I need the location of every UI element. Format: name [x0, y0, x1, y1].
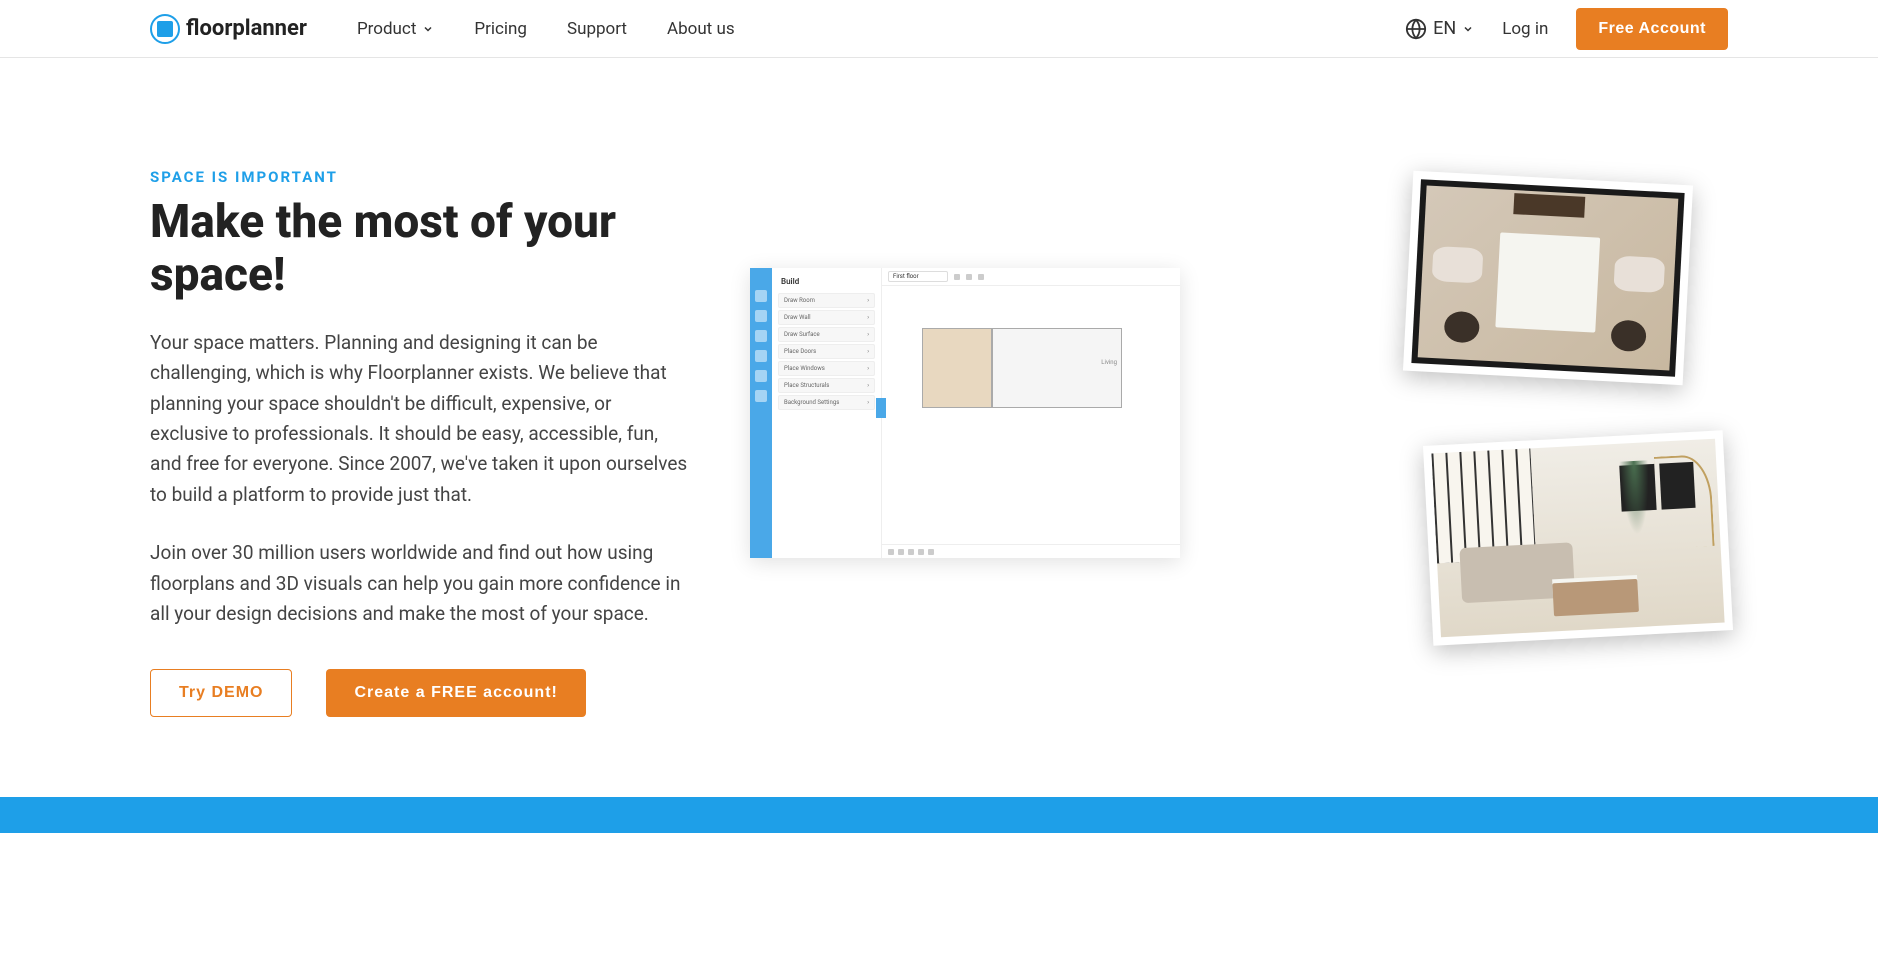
nav-product[interactable]: Product: [357, 19, 434, 39]
panel-item-draw-room: Draw Room›: [778, 293, 875, 308]
editor-topbar: First floor: [882, 268, 1180, 286]
sidebar-tool-icon: [755, 290, 767, 302]
chevron-down-icon: [1462, 23, 1474, 35]
hero-eyebrow: SPACE IS IMPORTANT: [150, 168, 690, 186]
sidebar-tool-icon: [755, 330, 767, 342]
nav-product-label: Product: [357, 19, 416, 39]
render-bedroom-topdown: [1403, 171, 1693, 385]
collapse-handle-icon: [876, 398, 886, 418]
navbar: floorplanner Product Pricing Support Abo…: [0, 0, 1878, 58]
chevron-down-icon: [422, 23, 434, 35]
editor-mock: Build Draw Room› Draw Wall› Draw Surface…: [750, 268, 1180, 558]
free-account-label: Free Account: [1598, 20, 1706, 37]
create-account-button[interactable]: Create a FREE account!: [326, 669, 585, 717]
nav-support[interactable]: Support: [567, 19, 627, 39]
nav-pricing[interactable]: Pricing: [474, 19, 527, 39]
hero-section: SPACE IS IMPORTANT Make the most of your…: [0, 58, 1878, 797]
nav-about-label: About us: [667, 19, 735, 39]
floor-lamp-icon: [1653, 454, 1715, 549]
globe-icon: [1405, 18, 1427, 40]
panel-item-background-settings: Background Settings›: [778, 395, 875, 410]
create-account-label: Create a FREE account!: [354, 684, 557, 701]
plant-icon: [1620, 461, 1652, 536]
editor-sidebar: [750, 268, 772, 558]
panel-title: Build: [778, 274, 875, 289]
floorplan-room: [922, 328, 992, 408]
editor-canvas: First floor Living: [882, 268, 1180, 558]
topbar-icon: [978, 274, 984, 280]
free-account-button[interactable]: Free Account: [1576, 8, 1728, 50]
language-code: EN: [1433, 18, 1456, 39]
sidebar-tool-icon: [755, 370, 767, 382]
bottombar-icon: [928, 549, 934, 555]
topbar-icon: [954, 274, 960, 280]
furniture-chair-icon: [1432, 246, 1484, 283]
language-selector[interactable]: EN: [1405, 18, 1474, 40]
room-label: Living: [1101, 359, 1117, 366]
nav-pricing-label: Pricing: [474, 19, 527, 39]
bottombar-icon: [918, 549, 924, 555]
sidebar-tool-icon: [755, 390, 767, 402]
hero-paragraph-2: Join over 30 million users worldwide and…: [150, 538, 690, 629]
render-living-3d: [1423, 430, 1733, 645]
furniture-chair-icon: [1613, 256, 1665, 293]
furniture-dresser-icon: [1513, 194, 1585, 218]
login-link[interactable]: Log in: [1502, 19, 1548, 39]
hero-cta-row: Try DEMO Create a FREE account!: [150, 669, 690, 717]
brand-logo[interactable]: floorplanner: [150, 14, 307, 44]
coffee-table-icon: [1552, 579, 1639, 617]
editor-bottombar: [882, 544, 1180, 558]
sidebar-tool-icon: [755, 310, 767, 322]
nav-support-label: Support: [567, 19, 627, 39]
brand-name: floorplanner: [186, 16, 307, 41]
bottombar-icon: [888, 549, 894, 555]
logo-icon: [150, 14, 180, 44]
panel-item-draw-surface: Draw Surface›: [778, 327, 875, 342]
panel-item-place-windows: Place Windows›: [778, 361, 875, 376]
hero-paragraph-1: Your space matters. Planning and designi…: [150, 328, 690, 510]
floorplan-room-living: Living: [992, 328, 1122, 408]
hero-copy: SPACE IS IMPORTANT Make the most of your…: [150, 168, 690, 717]
furniture-bed-icon: [1495, 232, 1601, 332]
try-demo-label: Try DEMO: [179, 684, 263, 701]
furniture-nightstand-icon: [1610, 319, 1647, 352]
floorplan-drawing: Living: [922, 328, 1122, 448]
panel-item-draw-wall: Draw Wall›: [778, 310, 875, 325]
furniture-nightstand-icon: [1444, 311, 1481, 344]
editor-build-panel: Build Draw Room› Draw Wall› Draw Surface…: [772, 268, 882, 558]
hero-title: Make the most of your space!: [150, 196, 690, 302]
floor-select: First floor: [888, 271, 948, 282]
bottombar-icon: [898, 549, 904, 555]
panel-item-place-structurals: Place Structurals›: [778, 378, 875, 393]
nav-about[interactable]: About us: [667, 19, 735, 39]
sidebar-tool-icon: [755, 350, 767, 362]
try-demo-button[interactable]: Try DEMO: [150, 669, 292, 717]
topbar-icon: [966, 274, 972, 280]
bottombar-icon: [908, 549, 914, 555]
footer-band: [0, 797, 1878, 833]
hero-collage: Build Draw Room› Draw Wall› Draw Surface…: [750, 168, 1728, 717]
nav-primary: Product Pricing Support About us: [357, 19, 735, 39]
nav-secondary: EN Log in Free Account: [1405, 8, 1728, 50]
login-label: Log in: [1502, 19, 1548, 39]
panel-item-place-doors: Place Doors›: [778, 344, 875, 359]
